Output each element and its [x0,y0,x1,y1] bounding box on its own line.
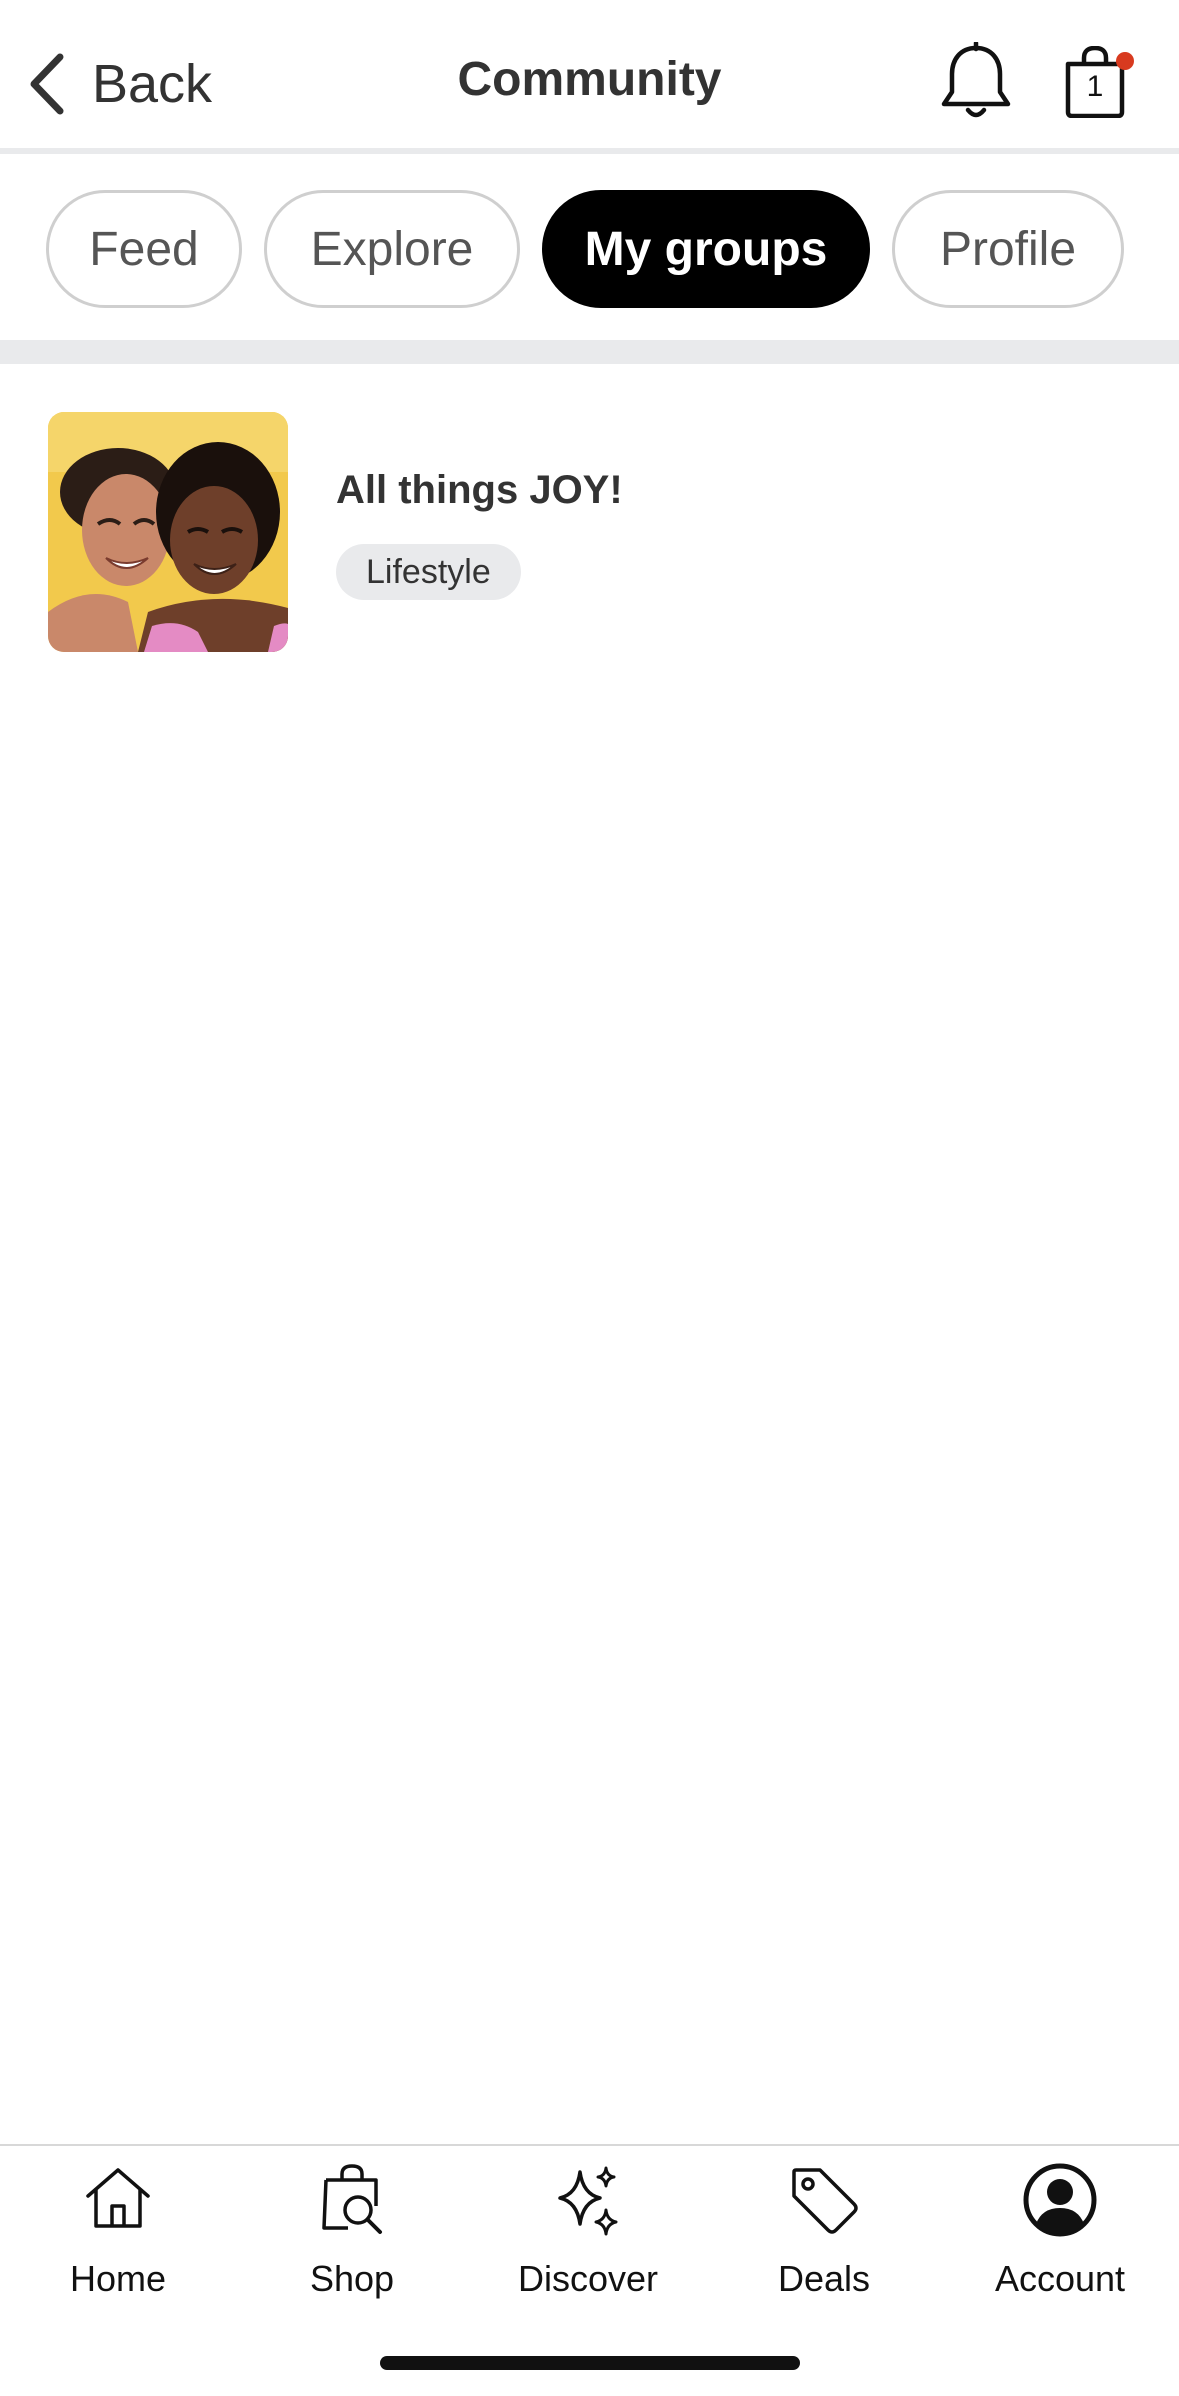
tag-icon [784,2160,864,2240]
two-smiling-women-photo [48,412,288,652]
tab-my-groups[interactable]: My groups [542,190,870,308]
community-screen: Back Community 1 Feed Explore My groups … [0,0,1179,2396]
nav-shop[interactable]: Shop [252,2160,452,2310]
nav-shop-label: Shop [309,2258,395,2299]
sparkles-icon [548,2160,628,2240]
account-icon [1020,2160,1100,2240]
cart-count-badge: 1 [1086,70,1104,103]
cart-button[interactable]: 1 [1060,45,1134,119]
nav-discover[interactable]: Discover [488,2160,688,2310]
nav-home[interactable]: Home [18,2160,218,2310]
nav-home-label: Home [69,2258,167,2299]
nav-deals-label: Deals [777,2258,871,2299]
tab-feed[interactable]: Feed [46,190,242,308]
nav-account[interactable]: Account [960,2160,1160,2310]
group-category-tag: Lifestyle [336,544,521,600]
tab-profile[interactable]: Profile [892,190,1124,308]
group-name: All things JOY! [336,468,623,512]
group-list-item[interactable]: All things JOY! Lifestyle [0,364,1179,684]
nav-discover-label: Discover [517,2258,659,2299]
group-thumbnail [48,412,288,652]
shop-search-bag-icon [312,2160,392,2240]
nav-account-label: Account [994,2258,1126,2299]
bell-icon[interactable] [938,42,1014,122]
home-indicator[interactable] [380,2356,800,2370]
cart-notification-dot [1116,52,1134,70]
home-icon [78,2160,158,2240]
top-bar: Back Community 1 [0,0,1179,150]
section-divider [0,340,1179,364]
nav-deals[interactable]: Deals [724,2160,924,2310]
community-tabs: Feed Explore My groups Profile [0,154,1179,340]
tab-explore[interactable]: Explore [264,190,520,308]
